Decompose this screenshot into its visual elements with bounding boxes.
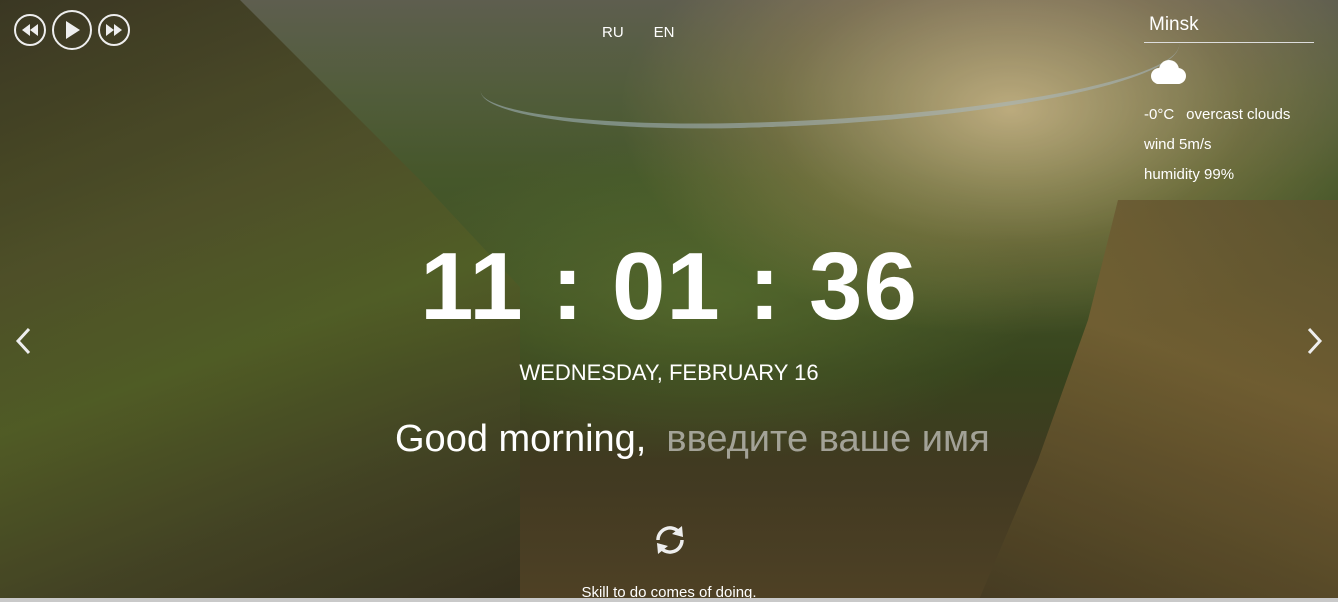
chevron-right-icon xyxy=(1307,327,1323,355)
greeting: Good morning, xyxy=(395,418,1027,461)
refresh-icon xyxy=(656,526,684,554)
name-input[interactable] xyxy=(666,418,1027,461)
weather-temp-line: -0°C overcast clouds xyxy=(1144,100,1314,130)
audio-player xyxy=(14,10,130,50)
slide-prev-button[interactable] xyxy=(12,326,36,356)
play-icon xyxy=(66,21,80,39)
wind-text: wind 5m/s xyxy=(1144,136,1212,153)
quote-refresh-button[interactable] xyxy=(652,522,688,563)
clock-time: 11 : 01 : 36 xyxy=(420,233,918,340)
language-switcher: RU EN xyxy=(602,24,675,41)
slide-next-button[interactable] xyxy=(1302,326,1326,356)
weather-widget: -0°C overcast clouds wind 5m/s humidity 9… xyxy=(1144,12,1314,190)
next-track-button[interactable] xyxy=(98,14,130,46)
play-button[interactable] xyxy=(52,10,92,50)
language-en-button[interactable]: EN xyxy=(654,24,675,41)
background-river xyxy=(478,0,1182,138)
temperature-text: -0°C xyxy=(1144,106,1175,123)
bottom-divider xyxy=(0,598,1338,602)
cloud-icon xyxy=(1151,60,1186,84)
fast-forward-icon xyxy=(106,24,122,36)
prev-track-button[interactable] xyxy=(14,14,46,46)
chevron-left-icon xyxy=(15,327,31,355)
weather-cloud-icon-wrap xyxy=(1146,59,1314,92)
humidity-text: humidity 99% xyxy=(1144,166,1235,183)
city-input[interactable] xyxy=(1144,12,1314,43)
greeting-text: Good morning, xyxy=(395,418,647,460)
weather-details: -0°C overcast clouds wind 5m/s humidity 9… xyxy=(1144,100,1314,190)
rewind-icon xyxy=(22,24,38,36)
weather-description: overcast clouds xyxy=(1186,106,1291,123)
clock-date: WEDNESDAY, FEBRUARY 16 xyxy=(519,360,819,385)
language-ru-button[interactable]: RU xyxy=(602,24,624,41)
